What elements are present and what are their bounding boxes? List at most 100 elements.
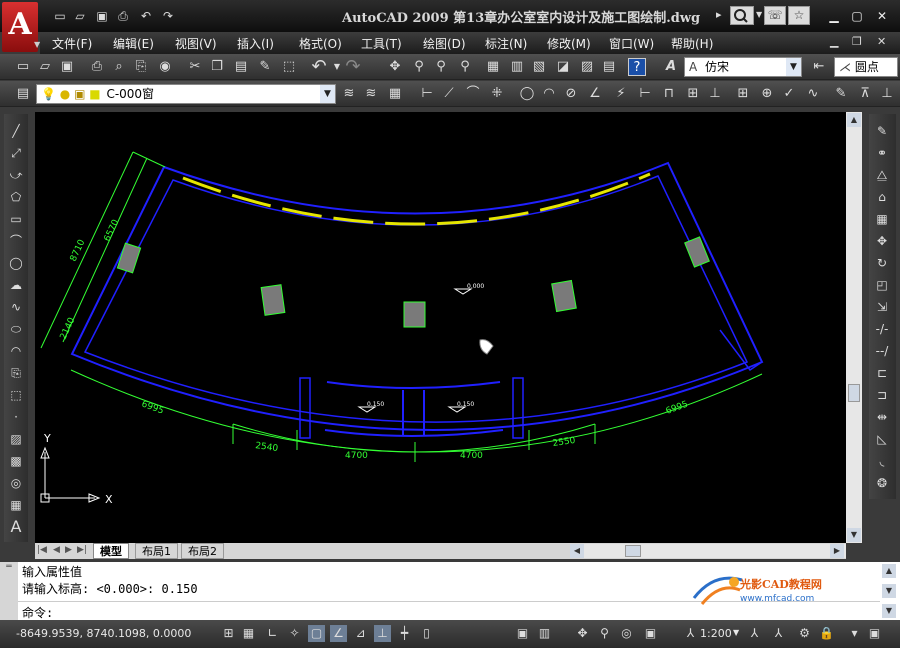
block-editor-icon[interactable]: ⬚	[280, 58, 298, 76]
undo-icon[interactable]: ↶	[138, 9, 154, 23]
lock-icon[interactable]: 🔒	[818, 625, 835, 642]
menu-draw[interactable]: 绘图(D)	[423, 35, 466, 52]
zoom-realtime-icon[interactable]: ⚲	[410, 58, 428, 76]
ortho-mode-icon[interactable]: ∟	[264, 625, 281, 642]
explode-icon[interactable]: ❂	[873, 474, 891, 492]
sheet-set-icon[interactable]: ◪	[554, 58, 572, 76]
paste-icon[interactable]: ▤	[232, 58, 250, 76]
snap-mode-icon[interactable]: ⊞	[220, 625, 237, 642]
continue-dim-icon[interactable]: ⊓	[660, 85, 678, 103]
tool-palettes-icon[interactable]: ▧	[530, 58, 548, 76]
array-icon[interactable]: ▦	[873, 210, 891, 228]
doc-minimize-icon[interactable]: ▁	[830, 35, 838, 48]
star-icon[interactable]: ☆	[788, 6, 810, 25]
mirror-icon[interactable]: ⧋	[873, 166, 891, 184]
application-menu-button[interactable]: A	[2, 2, 38, 52]
construction-line-icon[interactable]: ⤢	[7, 144, 25, 162]
trim-icon[interactable]: -/-	[873, 320, 891, 338]
coordinate-readout[interactable]: -8649.9539, 8740.1098, 0.0000	[16, 627, 191, 640]
maximize-icon[interactable]: ▢	[848, 9, 866, 23]
tab-nav-next-icon[interactable]: ▶	[65, 545, 72, 555]
join-icon[interactable]: ⇹	[873, 408, 891, 426]
center-mark-icon[interactable]: ⊕	[758, 85, 776, 103]
rectangle-icon[interactable]: ▭	[7, 210, 25, 228]
dim-break-icon[interactable]: ⊥	[706, 85, 724, 103]
move-icon[interactable]: ✥	[873, 232, 891, 250]
3d-dwf-icon[interactable]: ◉	[156, 58, 174, 76]
undo-tool-icon[interactable]: ↶	[310, 58, 328, 76]
model-space-icon[interactable]: ▣	[514, 625, 531, 642]
table-icon[interactable]: ▦	[7, 496, 25, 514]
cmd-scroll-up-icon[interactable]: ▲	[882, 564, 896, 578]
menu-edit[interactable]: 编辑(E)	[113, 35, 154, 52]
revision-cloud-icon[interactable]: ☁	[7, 276, 25, 294]
redo-tool-icon[interactable]: ↷	[344, 58, 362, 76]
horizontal-scrollbar[interactable]: ◀ ▶	[570, 544, 846, 558]
grid-display-icon[interactable]: ▦	[240, 625, 257, 642]
tab-nav-prev-icon[interactable]: ◀	[53, 545, 60, 555]
scale-dropdown-icon[interactable]: ▼	[733, 628, 739, 637]
search-dropdown-icon[interactable]: ▼	[756, 10, 762, 19]
region-icon[interactable]: ◎	[7, 474, 25, 492]
search-expand-icon[interactable]: ▸	[716, 8, 722, 21]
clean-screen-icon[interactable]: ▣	[866, 625, 883, 642]
object-snap-tracking-icon[interactable]: ∠	[330, 625, 347, 642]
multiline-text-icon[interactable]: A	[7, 518, 25, 536]
new-icon[interactable]: ▭	[52, 9, 68, 23]
scroll-thumb[interactable]	[848, 384, 860, 402]
fillet-icon[interactable]: ◟	[873, 452, 891, 470]
menu-format[interactable]: 格式(O)	[299, 35, 342, 52]
text-style-select[interactable]: A 仿宋 ▼	[684, 57, 802, 77]
layer-select[interactable]: 💡 ● ▣ ■ C-000窗 ▼	[36, 84, 336, 104]
dim-style-icon[interactable]: ⇤	[810, 58, 828, 76]
menu-help[interactable]: 帮助(H)	[671, 35, 713, 52]
search-button[interactable]	[730, 6, 754, 25]
radius-dim-icon[interactable]: ◯	[518, 85, 536, 103]
quick-dim-icon[interactable]: ⚡	[612, 85, 630, 103]
break-at-point-icon[interactable]: ⊏	[873, 364, 891, 382]
linear-dim-icon[interactable]: ⊢	[418, 85, 436, 103]
command-prompt[interactable]: 命令:	[22, 604, 53, 621]
dim-space-icon[interactable]: ⊞	[684, 85, 702, 103]
offset-icon[interactable]: ⌂	[873, 188, 891, 206]
dim-edit-icon[interactable]: ✎	[832, 85, 850, 103]
menu-insert[interactable]: 插入(I)	[237, 35, 274, 52]
minimize-icon[interactable]: ▁	[825, 9, 843, 23]
menu-dimension[interactable]: 标注(N)	[485, 35, 527, 52]
scroll-up-icon[interactable]: ▲	[847, 113, 861, 127]
tolerance-icon[interactable]: ⊞	[734, 85, 752, 103]
line-icon[interactable]: ╱	[7, 122, 25, 140]
dynamic-ucs-icon[interactable]: ⊿	[352, 625, 369, 642]
scale-icon[interactable]: ◰	[873, 276, 891, 294]
zoom-window-icon[interactable]: ⚲	[432, 58, 450, 76]
aligned-dim-icon[interactable]: ⟋	[440, 85, 458, 103]
annotation-visibility-icon[interactable]: ⅄	[746, 625, 763, 642]
object-snap-icon[interactable]: ▢	[308, 625, 325, 642]
qnew-icon[interactable]: ▭	[14, 58, 32, 76]
polygon-icon[interactable]: ⬠	[7, 188, 25, 206]
quick-properties-icon[interactable]: ▯	[418, 625, 435, 642]
plot-icon[interactable]: ⎙	[88, 58, 106, 76]
properties-icon[interactable]: ▦	[484, 58, 502, 76]
diameter-dim-icon[interactable]: ⊘	[562, 85, 580, 103]
copy-object-icon[interactable]: ⚭	[873, 144, 891, 162]
make-block-icon[interactable]: ⬚	[7, 386, 25, 404]
tab-layout1[interactable]: 布局1	[135, 543, 178, 559]
pan-status-icon[interactable]: ✥	[574, 625, 591, 642]
menu-view[interactable]: 视图(V)	[175, 35, 217, 52]
menu-file[interactable]: 文件(F)	[52, 35, 92, 52]
menu-window[interactable]: 窗口(W)	[609, 35, 654, 52]
cut-icon[interactable]: ✂	[186, 58, 204, 76]
hscroll-thumb[interactable]	[625, 545, 641, 557]
layer-states-icon[interactable]: ▦	[386, 85, 404, 103]
steering-wheel-icon[interactable]: ◎	[618, 625, 635, 642]
layer-previous-icon[interactable]: ≋	[362, 85, 380, 103]
angular-dim-icon[interactable]: ∠	[586, 85, 604, 103]
tab-model[interactable]: 模型	[93, 543, 129, 559]
insert-block-icon[interactable]: ⎘	[7, 364, 25, 382]
make-current-icon[interactable]: ≋	[340, 85, 358, 103]
polar-tracking-icon[interactable]: ✧	[286, 625, 303, 642]
tab-nav-last-icon[interactable]: ▶|	[77, 545, 87, 555]
tab-layout2[interactable]: 布局2	[181, 543, 224, 559]
scroll-left-icon[interactable]: ◀	[570, 544, 584, 558]
